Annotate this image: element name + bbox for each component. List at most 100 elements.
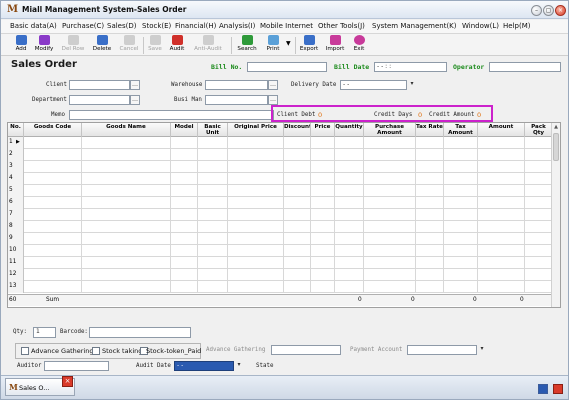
- grid-cell[interactable]: [198, 269, 228, 281]
- warehouse-lookup-button[interactable]: …: [268, 80, 278, 90]
- col-basic-unit[interactable]: Basic Unit: [198, 123, 228, 137]
- grid-cell[interactable]: [416, 281, 444, 293]
- grid-cell[interactable]: [478, 221, 525, 233]
- grid-cell[interactable]: [284, 209, 311, 221]
- grid-cell[interactable]: [171, 173, 198, 185]
- add-button[interactable]: Add: [10, 35, 32, 52]
- grid-cell[interactable]: [82, 149, 171, 161]
- grid-cell[interactable]: [171, 233, 198, 245]
- grid-cell[interactable]: [311, 221, 335, 233]
- grid-cell[interactable]: [284, 185, 311, 197]
- bill-no-input[interactable]: [247, 62, 327, 72]
- grid-cell[interactable]: [444, 257, 478, 269]
- grid-cell[interactable]: [444, 185, 478, 197]
- grid-cell[interactable]: [444, 161, 478, 173]
- grid-cell[interactable]: [24, 281, 82, 293]
- grid-cell[interactable]: [364, 185, 416, 197]
- menu-mobile-internet[interactable]: Mobile Internet: [260, 22, 313, 30]
- export-button[interactable]: Export: [297, 35, 321, 52]
- grid-cell[interactable]: [311, 269, 335, 281]
- grid-cell[interactable]: [311, 245, 335, 257]
- grid-cell[interactable]: [284, 161, 311, 173]
- grid-cell[interactable]: [478, 257, 525, 269]
- grid-cell[interactable]: [82, 197, 171, 209]
- col-tax-rate[interactable]: Tax Rate: [416, 123, 444, 137]
- scroll-up-icon[interactable]: ▲: [552, 123, 560, 131]
- grid-cell[interactable]: [171, 137, 198, 149]
- busi-man-input[interactable]: [205, 95, 268, 105]
- grid-cell[interactable]: [171, 281, 198, 293]
- grid-cell[interactable]: [284, 173, 311, 185]
- menu-basic-data[interactable]: Basic data(A): [10, 22, 57, 30]
- anti-audit-button[interactable]: Anti-Audit: [190, 35, 226, 52]
- warehouse-input[interactable]: [205, 80, 268, 90]
- grid-cell[interactable]: [228, 149, 284, 161]
- grid-cell[interactable]: [24, 209, 82, 221]
- grid-cell[interactable]: [478, 173, 525, 185]
- grid-cell[interactable]: [364, 209, 416, 221]
- grid-cell[interactable]: [24, 149, 82, 161]
- grid-cell[interactable]: [171, 185, 198, 197]
- save-button[interactable]: Save: [145, 35, 165, 52]
- operator-input[interactable]: [489, 62, 561, 72]
- grid-cell[interactable]: [416, 149, 444, 161]
- grid-cell[interactable]: [478, 233, 525, 245]
- grid-cell[interactable]: [416, 233, 444, 245]
- grid-cell[interactable]: [444, 149, 478, 161]
- grid-cell[interactable]: [198, 233, 228, 245]
- menu-sales[interactable]: Sales(D): [107, 22, 136, 30]
- grid-cell[interactable]: [24, 137, 82, 149]
- grid-cell[interactable]: [525, 281, 553, 293]
- table-row[interactable]: 13: [8, 281, 553, 293]
- grid-cell[interactable]: [525, 245, 553, 257]
- grid-cell[interactable]: [478, 269, 525, 281]
- client-input[interactable]: [69, 80, 130, 90]
- grid-cell[interactable]: [228, 281, 284, 293]
- order-lines-grid[interactable]: No. Goods Code Goods Name Model Basic Un…: [7, 122, 561, 308]
- col-price[interactable]: Price: [311, 123, 335, 137]
- chevron-down-icon[interactable]: ▾: [234, 361, 244, 371]
- grid-cell[interactable]: [364, 269, 416, 281]
- advance-gathering-checkbox[interactable]: [21, 347, 29, 355]
- grid-cell[interactable]: [444, 245, 478, 257]
- grid-cell[interactable]: [444, 233, 478, 245]
- advance-gathering-input[interactable]: [271, 345, 341, 355]
- grid-cell[interactable]: [311, 185, 335, 197]
- grid-cell[interactable]: [416, 209, 444, 221]
- grid-cell[interactable]: [198, 209, 228, 221]
- grid-cell[interactable]: [171, 257, 198, 269]
- menu-help[interactable]: Help(M): [503, 22, 530, 30]
- col-original-price[interactable]: Original Price: [228, 123, 284, 137]
- col-goods-name[interactable]: Goods Name: [82, 123, 171, 137]
- grid-cell[interactable]: [171, 161, 198, 173]
- department-input[interactable]: [69, 95, 130, 105]
- audit-button[interactable]: Audit: [166, 35, 188, 52]
- grid-cell[interactable]: [444, 209, 478, 221]
- grid-cell[interactable]: [364, 257, 416, 269]
- grid-cell[interactable]: [82, 137, 171, 149]
- close-icon[interactable]: ×: [555, 5, 566, 16]
- menu-purchase[interactable]: Purchase(C): [62, 22, 104, 30]
- grid-cell[interactable]: [284, 281, 311, 293]
- exit-button[interactable]: Exit: [350, 35, 368, 52]
- table-row[interactable]: 4: [8, 173, 553, 185]
- table-row[interactable]: 8: [8, 221, 553, 233]
- table-row[interactable]: 11: [8, 257, 553, 269]
- grid-cell[interactable]: [525, 149, 553, 161]
- grid-cell[interactable]: [24, 173, 82, 185]
- grid-cell[interactable]: [416, 161, 444, 173]
- grid-cell[interactable]: [228, 173, 284, 185]
- grid-cell[interactable]: [228, 257, 284, 269]
- grid-cell[interactable]: [444, 269, 478, 281]
- grid-cell[interactable]: [525, 185, 553, 197]
- grid-cell[interactable]: [171, 209, 198, 221]
- grid-cell[interactable]: [525, 221, 553, 233]
- grid-cell[interactable]: [525, 137, 553, 149]
- grid-cell[interactable]: [335, 269, 364, 281]
- grid-cell[interactable]: [335, 281, 364, 293]
- grid-cell[interactable]: [364, 197, 416, 209]
- grid-cell[interactable]: [228, 197, 284, 209]
- grid-cell[interactable]: [478, 137, 525, 149]
- grid-cell[interactable]: [228, 245, 284, 257]
- grid-cell[interactable]: [311, 197, 335, 209]
